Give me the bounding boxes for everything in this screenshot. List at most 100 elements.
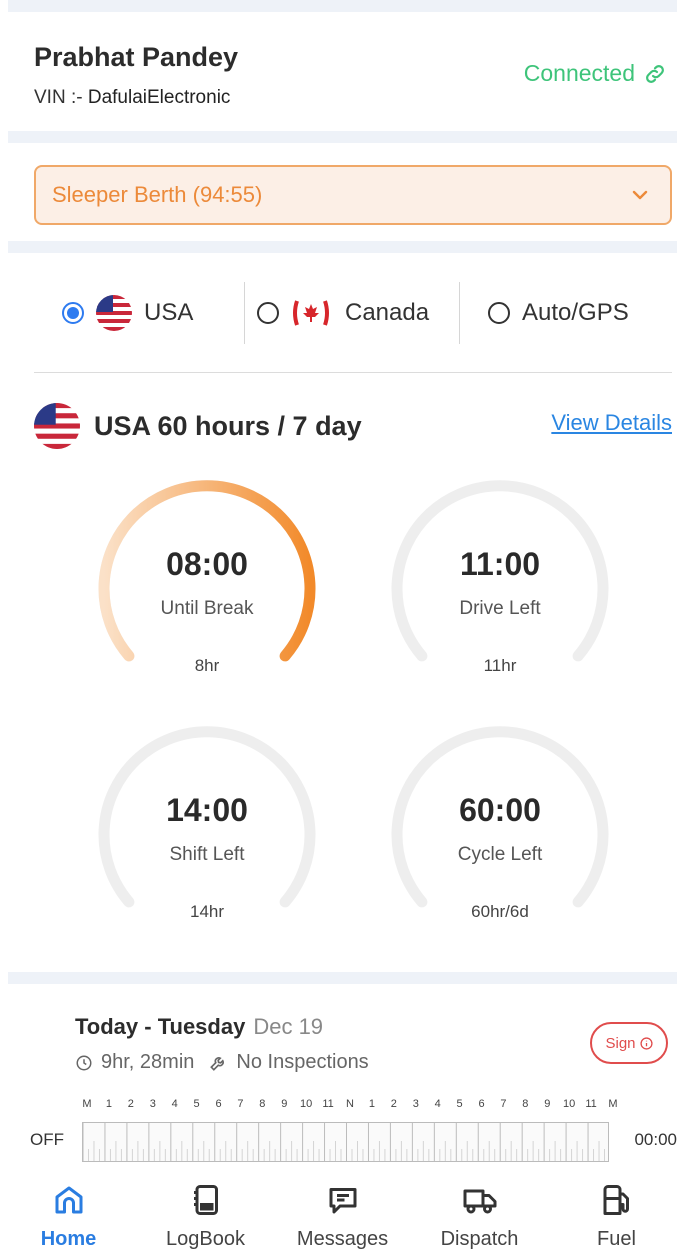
tab-dispatch[interactable]: Dispatch	[411, 1162, 548, 1259]
region-usa[interactable]: USA	[62, 295, 244, 331]
chevron-down-icon	[632, 190, 648, 200]
gauge-label: Cycle Left	[457, 844, 543, 865]
log-inspections: No Inspections	[236, 1051, 369, 1073]
log-hour-label: 2	[390, 1098, 397, 1110]
duty-status-value: Sleeper Berth (94:55)	[52, 182, 263, 207]
log-hour-label: M	[608, 1098, 618, 1110]
region-divider-line	[34, 372, 672, 373]
tab-label: Messages	[296, 1228, 389, 1250]
truck-icon	[463, 1189, 496, 1214]
wrench-icon	[210, 1056, 225, 1071]
gauge-time: 14:00	[166, 792, 248, 828]
log-day-header: Today - Tuesday Dec 19	[75, 1014, 323, 1040]
gauge-label: Until Break	[160, 598, 254, 619]
link-icon	[646, 64, 664, 83]
gauge-shift-left: 14:00 Shift Left 14hr	[97, 722, 337, 942]
tab-logbook[interactable]: LogBook	[137, 1162, 274, 1259]
gauge-time: 08:00	[166, 546, 248, 582]
log-hour-labels: M 1 2 3 4 5 6 7 8 9 10 11 N 1 2 3 4 5 6 7 8 9 10 11 M	[75, 1098, 625, 1114]
gauge-label: Drive Left	[459, 598, 541, 619]
log-hour-label: 4	[434, 1098, 441, 1110]
log-hour-label: 2	[127, 1098, 134, 1110]
connection-status[interactable]: Connected	[524, 60, 667, 87]
gauge-time: 11:00	[459, 546, 541, 582]
us-flag-icon	[34, 403, 80, 449]
log-hour-label: 1	[105, 1098, 112, 1110]
tab-messages[interactable]: Messages	[274, 1162, 411, 1259]
view-details-link[interactable]: View Details	[551, 410, 672, 436]
region-label-auto-gps: Auto/GPS	[522, 299, 629, 326]
gauge-drive-left: 11:00 Drive Left 11hr	[390, 476, 630, 696]
tab-home[interactable]: Home	[0, 1162, 137, 1259]
vin-text: VIN :- DafulaiElectronic	[34, 87, 230, 109]
log-row-label: OFF	[30, 1130, 64, 1149]
sign-button[interactable]: Sign	[590, 1022, 668, 1064]
ruleset-title: USA 60 hours / 7 day	[34, 403, 362, 449]
log-hour-label: N	[346, 1098, 354, 1110]
log-hour-label: 8	[259, 1098, 266, 1110]
vin-label: VIN :-	[34, 87, 83, 108]
region-label-usa: USA	[144, 299, 194, 326]
log-hour-label: 9	[544, 1098, 551, 1110]
radio-auto-gps[interactable]	[488, 302, 510, 324]
log-hour-label: 3	[149, 1098, 156, 1110]
log-hour-label: 11	[585, 1098, 597, 1110]
region-auto-gps[interactable]: Auto/GPS	[488, 299, 629, 327]
log-hour-label: 3	[412, 1098, 419, 1110]
gauge-cycle-left: 60:00 Cycle Left 60hr/6d	[390, 722, 630, 942]
info-icon	[639, 1036, 653, 1050]
message-icon	[329, 1188, 356, 1214]
gauge-label: Shift Left	[169, 844, 245, 865]
region-divider	[459, 282, 460, 344]
log-meta: 9hr, 28min No Inspections	[75, 1051, 369, 1074]
home-icon	[55, 1186, 82, 1214]
region-label-canada: Canada	[345, 299, 430, 326]
region-canada[interactable]: Canada	[257, 298, 459, 328]
logbook-icon	[193, 1185, 218, 1215]
gauge-limit: 8hr	[194, 656, 220, 675]
gauge-limit: 60hr/6d	[471, 902, 529, 921]
log-hour-label: 1	[368, 1098, 375, 1110]
connection-label: Connected	[523, 60, 635, 86]
canada-flag-icon	[293, 300, 329, 326]
tab-fuel[interactable]: Fuel	[548, 1162, 685, 1259]
region-divider	[244, 282, 245, 344]
vin-value: DafulaiElectronic	[87, 87, 231, 108]
radio-canada[interactable]	[257, 302, 279, 324]
us-flag-icon	[96, 295, 132, 331]
log-day: Today - Tuesday	[75, 1014, 246, 1039]
log-hour-label: 8	[522, 1098, 529, 1110]
log-hour-label: 7	[500, 1098, 507, 1110]
fuel-pump-icon	[603, 1185, 629, 1215]
tab-label: Dispatch	[440, 1228, 519, 1250]
sign-label: Sign	[605, 1034, 636, 1052]
ruleset-label: USA 60 hours / 7 day	[94, 410, 362, 441]
gauge-until-break: 08:00 Until Break 8hr	[97, 476, 337, 696]
top-separator	[8, 0, 677, 12]
log-row-total: 00:00	[634, 1130, 677, 1149]
log-hour-label: 10	[300, 1098, 313, 1110]
section-separator	[8, 972, 677, 984]
section-separator	[8, 131, 677, 143]
bottom-tab-bar: Home LogBook Messages Dispatch Fuel	[0, 1162, 685, 1259]
gauge-time: 60:00	[459, 792, 541, 828]
tab-label: LogBook	[166, 1228, 245, 1250]
log-graph-grid[interactable]	[82, 1122, 609, 1162]
log-hour-label: 11	[322, 1098, 334, 1110]
section-separator	[8, 241, 677, 253]
radio-usa[interactable]	[62, 302, 84, 324]
tab-label: Fuel	[597, 1228, 636, 1250]
log-hour-label: 4	[171, 1098, 178, 1110]
log-hour-label: 6	[478, 1098, 485, 1110]
log-hour-label: 5	[193, 1098, 200, 1110]
log-duration: 9hr, 28min	[101, 1051, 195, 1073]
gauge-limit: 14hr	[189, 902, 225, 921]
log-date: Dec 19	[253, 1014, 324, 1039]
log-hour-label: 6	[215, 1098, 222, 1110]
log-hour-label: 7	[237, 1098, 244, 1110]
region-selector: USA Canada Auto/GPS	[34, 280, 672, 346]
duty-status-select[interactable]: Sleeper Berth (94:55)	[34, 165, 672, 225]
log-hour-label: M	[82, 1098, 92, 1110]
clock-icon	[76, 1055, 92, 1070]
log-hour-label: 5	[456, 1098, 463, 1110]
